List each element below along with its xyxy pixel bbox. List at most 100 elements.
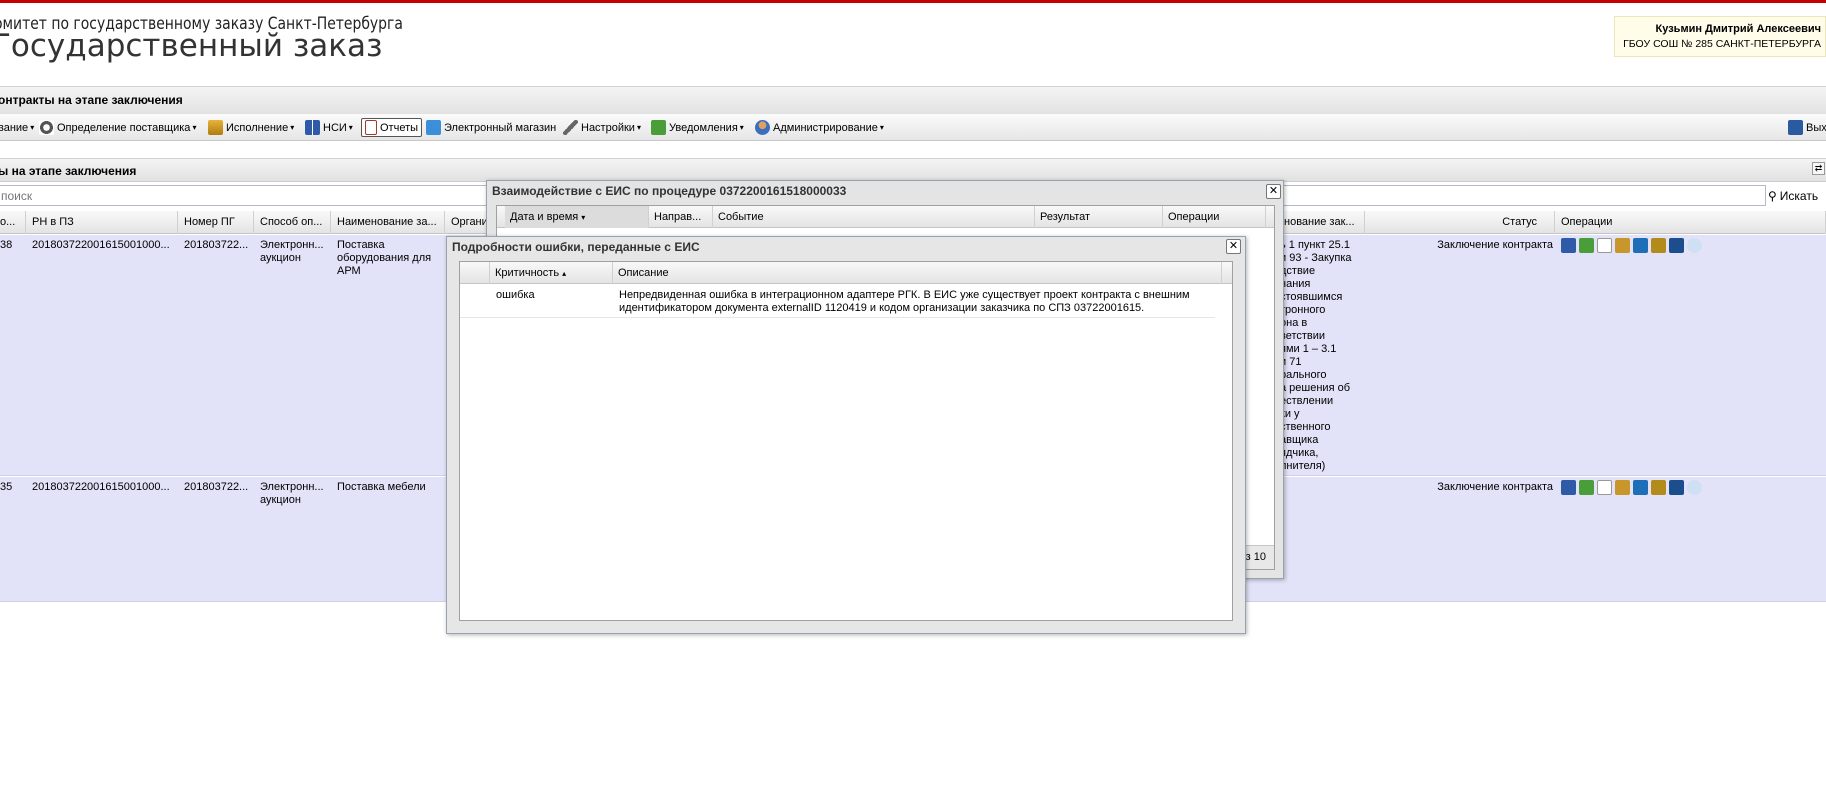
sort-asc-icon: ▴: [562, 269, 567, 278]
breadcrumb-bar: [0, 86, 1826, 114]
column-header[interactable]: РН в ПЗ: [26, 211, 178, 234]
refresh-icon[interactable]: ⇄: [1812, 162, 1825, 175]
column-header[interactable]: Результат: [1035, 206, 1163, 228]
folder-icon: [208, 120, 223, 135]
user-organization: ГБОУ СОШ № 285 САНКТ-ПЕТЕРБУРГА: [1623, 38, 1821, 50]
close-icon[interactable]: ✕: [1266, 184, 1281, 199]
error-description: Непредвиденная ошибка в интеграционном а…: [619, 289, 1190, 314]
menu-item-reports[interactable]: Отчеты: [361, 118, 423, 137]
info-icon[interactable]: [1687, 480, 1702, 495]
chevron-down-icon: ▾: [739, 123, 744, 132]
menu-item-notifications[interactable]: Уведомления ▾: [651, 118, 744, 137]
row-numberer-header: [460, 262, 490, 284]
column-header[interactable]: Дата и время ▾: [505, 206, 649, 228]
column-header[interactable]: Описание: [613, 262, 1222, 284]
panel-header: [0, 158, 1826, 182]
binoculars-icon: ⚲: [1768, 188, 1777, 203]
row-method: Электронн... аукцион: [260, 239, 324, 264]
menu-item-nsi[interactable]: НСИ ▾: [305, 118, 353, 137]
chevron-down-icon: ▾: [348, 123, 353, 132]
row-operations: [1561, 480, 1702, 495]
gear-icon[interactable]: [1579, 238, 1594, 253]
save-icon[interactable]: [1633, 238, 1648, 253]
column-header[interactable]: Номер ПГ: [178, 211, 254, 234]
row-status: Заключение контракта: [1437, 239, 1553, 251]
column-header[interactable]: Событие: [713, 206, 1035, 228]
column-header[interactable]: Критичность ▴: [490, 262, 613, 284]
cart-icon: [426, 120, 441, 135]
row-status: Заключение контракта: [1437, 481, 1553, 493]
menu-item-execution[interactable]: Исполнение ▾: [208, 118, 294, 137]
row-method: Электронн... аукцион: [260, 481, 324, 506]
row-pg: 201803722...: [184, 481, 249, 493]
menu-item-administration[interactable]: Администрирование ▾: [755, 118, 884, 137]
table-row[interactable]: ошибка Непредвиденная ошибка в интеграци…: [460, 285, 1215, 318]
column-header[interactable]: нование зак...: [1278, 211, 1365, 234]
sort-desc-icon: ▾: [581, 213, 586, 222]
report-icon: [365, 120, 377, 135]
chevron-down-icon: ▾: [636, 123, 641, 132]
column-header[interactable]: Наименование за...: [331, 211, 445, 234]
envelope-icon: [651, 120, 666, 135]
error-grid: Критичность ▴ Описание ошибка Непредвиде…: [459, 261, 1233, 621]
user-name: Кузьмин Дмитрий Алексеевич: [1655, 23, 1821, 35]
document-icon[interactable]: [1597, 480, 1612, 495]
emblem-icon[interactable]: [1615, 238, 1630, 253]
menu-item-e-shop[interactable]: Электронный магазин: [426, 118, 556, 137]
row-id: 38: [0, 239, 13, 251]
exit-icon: [1788, 120, 1803, 135]
menu-item-supplier-selection[interactable]: Определение поставщика ▾: [39, 118, 196, 137]
gears-icon: [39, 120, 54, 135]
stack-icon[interactable]: [1651, 238, 1666, 253]
row-name: Поставка мебели: [337, 481, 426, 493]
eis-grid-header: Дата и время ▾ Направ... Событие Результ…: [497, 206, 1274, 228]
row-id: 35: [0, 481, 13, 493]
breadcrumb: онтракты на этапе заключения: [0, 93, 183, 107]
exit-button[interactable]: Вых: [1788, 118, 1826, 137]
column-header[interactable]: Способ оп...: [254, 211, 331, 234]
info-icon[interactable]: [1687, 238, 1702, 253]
chevron-down-icon: ▾: [192, 123, 197, 132]
panel-title: ы на этапе заключения: [0, 164, 137, 178]
column-header[interactable]: о...: [0, 211, 26, 234]
document-icon[interactable]: [1597, 238, 1612, 253]
books-icon[interactable]: [1669, 238, 1684, 253]
user-icon: [755, 120, 770, 135]
row-operations: [1561, 238, 1702, 253]
menu-item-settings[interactable]: Настройки ▾: [563, 118, 641, 137]
error-severity: ошибка: [496, 289, 535, 301]
chevron-down-icon: ▾: [290, 123, 295, 132]
column-header[interactable]: Операции: [1555, 211, 1826, 234]
book-icon: [305, 120, 320, 135]
pager-info: з 10: [1245, 551, 1266, 563]
close-icon[interactable]: ✕: [1226, 239, 1241, 254]
column-header[interactable]: Операции: [1163, 206, 1266, 228]
wrench-icon: [563, 120, 578, 135]
chevron-down-icon: ▾: [879, 123, 884, 132]
chevron-down-icon: ▾: [30, 123, 35, 132]
save-icon[interactable]: [1633, 480, 1648, 495]
error-details-dialog: Подробности ошибки, переданные с ЕИС ✕ К…: [446, 236, 1246, 634]
search-button[interactable]: ⚲ Искать: [1768, 185, 1818, 206]
dialog-title: Взаимодействие с ЕИС по процедуре 037220…: [492, 184, 847, 198]
row-basis: ь 1 пункт 25.1 и 93 - Закупка дствие нан…: [1280, 239, 1352, 472]
row-rn: 20180372200161500100​0...: [32, 481, 170, 493]
app-title: Государственный заказ: [0, 28, 383, 64]
stack-icon[interactable]: [1651, 480, 1666, 495]
books-icon[interactable]: [1669, 480, 1684, 495]
emblem-icon[interactable]: [1615, 480, 1630, 495]
user-info[interactable]: Кузьмин Дмитрий Алексеевич ГБОУ СОШ № 28…: [1614, 16, 1826, 57]
error-grid-header: Критичность ▴ Описание: [460, 262, 1232, 284]
chart-icon[interactable]: [1561, 238, 1576, 253]
dialog-title: Подробности ошибки, переданные с ЕИС: [452, 240, 700, 254]
chart-icon[interactable]: [1561, 480, 1576, 495]
row-rn: 20180372200161500100​0...: [32, 239, 170, 251]
top-accent-line: [0, 0, 1826, 3]
menu-item-planning[interactable]: вание ▾: [0, 118, 34, 137]
gear-icon[interactable]: [1579, 480, 1594, 495]
column-header[interactable]: Направ...: [649, 206, 713, 228]
column-header[interactable]: Статус: [1365, 211, 1555, 234]
row-name: Поставка оборудования для АРМ: [337, 239, 432, 277]
main-menu-toolbar: вание ▾ Определение поставщика ▾ Исполнени…: [0, 114, 1826, 141]
row-pg: 201803722...: [184, 239, 249, 251]
